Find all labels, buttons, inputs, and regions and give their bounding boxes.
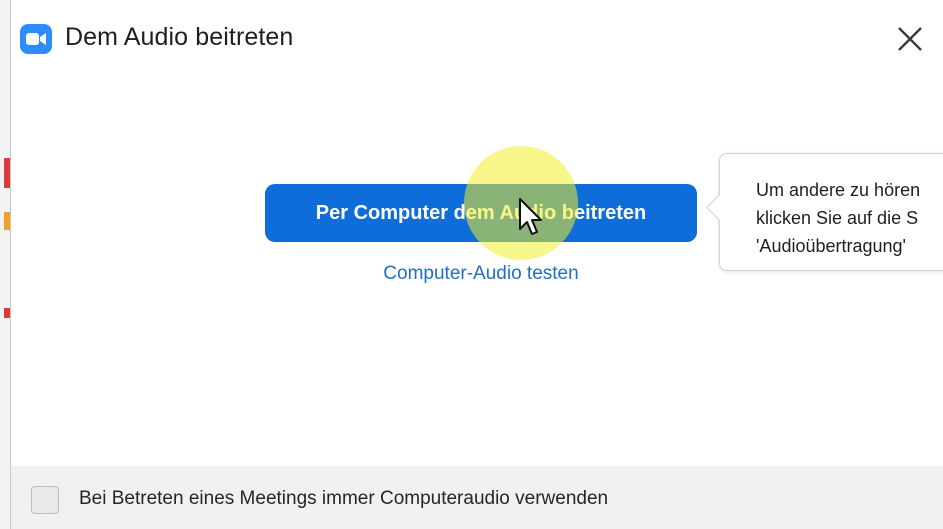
tooltip-line-2: klicken Sie auf die S (756, 208, 919, 228)
zoom-camera-icon (20, 24, 52, 54)
close-icon (898, 27, 922, 51)
test-computer-audio-link[interactable]: Computer-Audio testen (341, 263, 621, 285)
title-bar: Dem Audio beitreten (11, 0, 943, 72)
tooltip-line-1: Um andere zu hören (756, 180, 921, 200)
tooltip-arrow (706, 194, 733, 221)
tooltip-line-3: 'Audioübertragung' (756, 236, 906, 256)
background-window-edge (0, 0, 10, 529)
always-computer-audio-label[interactable]: Bei Betreten eines Meetings immer Comput… (79, 488, 608, 510)
tooltip-text: Um andere zu hören klicken Sie auf die S… (756, 176, 943, 260)
join-computer-audio-button[interactable]: Per Computer dem Audio beitreten (265, 184, 697, 242)
always-computer-audio-checkbox[interactable] (31, 486, 59, 514)
dialog-footer: Bei Betreten eines Meetings immer Comput… (11, 466, 943, 529)
join-audio-dialog: Dem Audio beitreten Per Computer dem Aud… (10, 0, 943, 529)
dialog-title: Dem Audio beitreten (65, 23, 294, 51)
audio-tooltip: Um andere zu hören klicken Sie auf die S… (706, 153, 943, 271)
close-button[interactable] (893, 22, 927, 56)
